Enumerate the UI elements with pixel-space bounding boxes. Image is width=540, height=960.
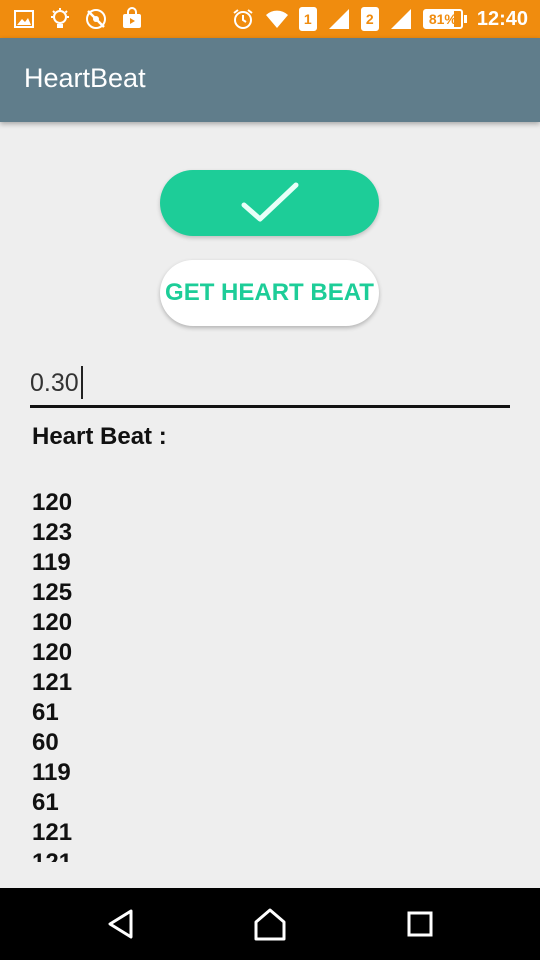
heart-beat-value: 119 [32, 759, 71, 786]
signal-icon [389, 7, 413, 31]
battery-level: 81% [422, 9, 463, 29]
heart-beat-value: 120 [32, 489, 73, 516]
bulb-icon [48, 7, 72, 31]
heart-beat-value: 123 [32, 519, 73, 546]
home-button[interactable] [252, 906, 288, 942]
heart-beat-value: 121 [32, 819, 73, 846]
heart-beat-value: 120 [32, 609, 73, 636]
sim2-badge: 2 [360, 7, 379, 31]
heart-beat-value: 120 [32, 639, 73, 666]
recents-icon [407, 911, 433, 937]
battery-indicator: 81% [422, 9, 467, 29]
app-bar: HeartBeat [0, 38, 540, 122]
get-heart-beat-button[interactable]: GET HEART BEAT [160, 260, 379, 326]
heart-beat-value: 125 [32, 579, 73, 606]
no-location-icon [84, 7, 108, 31]
signal-icon [327, 7, 351, 31]
heart-beat-label: Heart Beat : [32, 423, 167, 450]
heart-beat-list[interactable]: 120 123 119 125 120 120 121 61 60 119 61… [32, 488, 232, 862]
navigation-bar [0, 888, 540, 960]
system-indicators: 1 2 81% 12:40 [231, 0, 528, 38]
home-icon [254, 908, 286, 941]
app-title: HeartBeat [24, 63, 146, 93]
heart-beat-value: 61 [32, 789, 59, 816]
recents-button[interactable] [402, 906, 438, 942]
notification-icons [12, 7, 144, 31]
check-icon [241, 182, 298, 222]
heart-beat-value: 119 [32, 549, 71, 576]
heart-beat-value: 60 [32, 729, 59, 756]
sim1-badge: 1 [298, 7, 317, 31]
heart-beat-value: 121 [32, 669, 73, 696]
threshold-input[interactable] [30, 362, 510, 404]
heart-beat-value: 121 [32, 848, 232, 862]
text-cursor [81, 366, 83, 399]
back-icon [108, 909, 133, 939]
heart-beat-value: 61 [32, 699, 59, 726]
wifi-icon [265, 7, 289, 31]
status-bar: 1 2 81% 12:40 [0, 0, 540, 38]
store-icon [120, 7, 144, 31]
battery-tip [463, 15, 467, 23]
threshold-field-container [30, 362, 510, 408]
image-icon [12, 7, 36, 31]
alarm-icon [231, 7, 255, 31]
check-button[interactable] [160, 170, 379, 236]
clock: 12:40 [476, 7, 528, 30]
back-button[interactable] [103, 906, 139, 942]
